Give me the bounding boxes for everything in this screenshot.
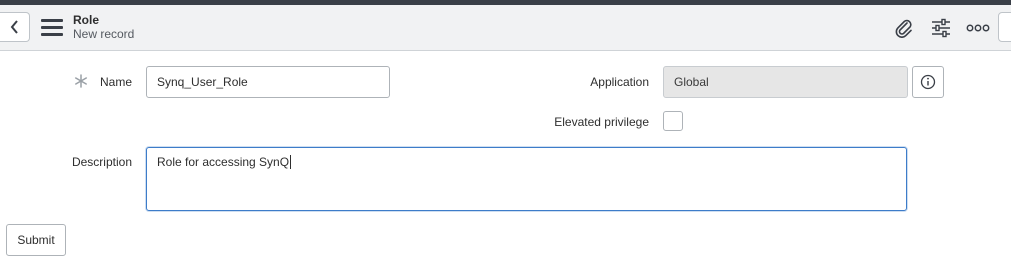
elevated-privilege-label: Elevated privilege	[554, 115, 649, 129]
page-subtitle: New record	[73, 27, 135, 41]
menu-icon[interactable]	[41, 19, 63, 37]
text-caret	[290, 155, 292, 169]
required-icon	[73, 73, 89, 89]
name-field[interactable]: Synq_User_Role	[146, 66, 390, 98]
back-icon	[10, 20, 18, 34]
info-icon	[920, 74, 936, 90]
submit-header-button[interactable]	[998, 12, 1011, 42]
more-icon[interactable]	[966, 16, 990, 40]
back-button[interactable]	[0, 12, 30, 42]
description-field[interactable]: Role for accessing SynQ	[146, 147, 907, 211]
settings-icon[interactable]	[929, 16, 953, 40]
application-info-button[interactable]	[912, 66, 944, 98]
page-title: Role	[73, 13, 100, 27]
description-label: Description	[71, 155, 132, 169]
name-label: Name	[99, 75, 132, 89]
elevated-privilege-checkbox[interactable]	[663, 111, 683, 131]
attachment-icon[interactable]	[892, 16, 916, 40]
application-field: Global	[663, 66, 908, 98]
submit-button[interactable]: Submit	[6, 224, 66, 256]
form-header: Role New record	[0, 5, 1011, 51]
description-text: Role for accessing SynQ	[157, 155, 290, 169]
application-label: Application	[590, 75, 649, 89]
